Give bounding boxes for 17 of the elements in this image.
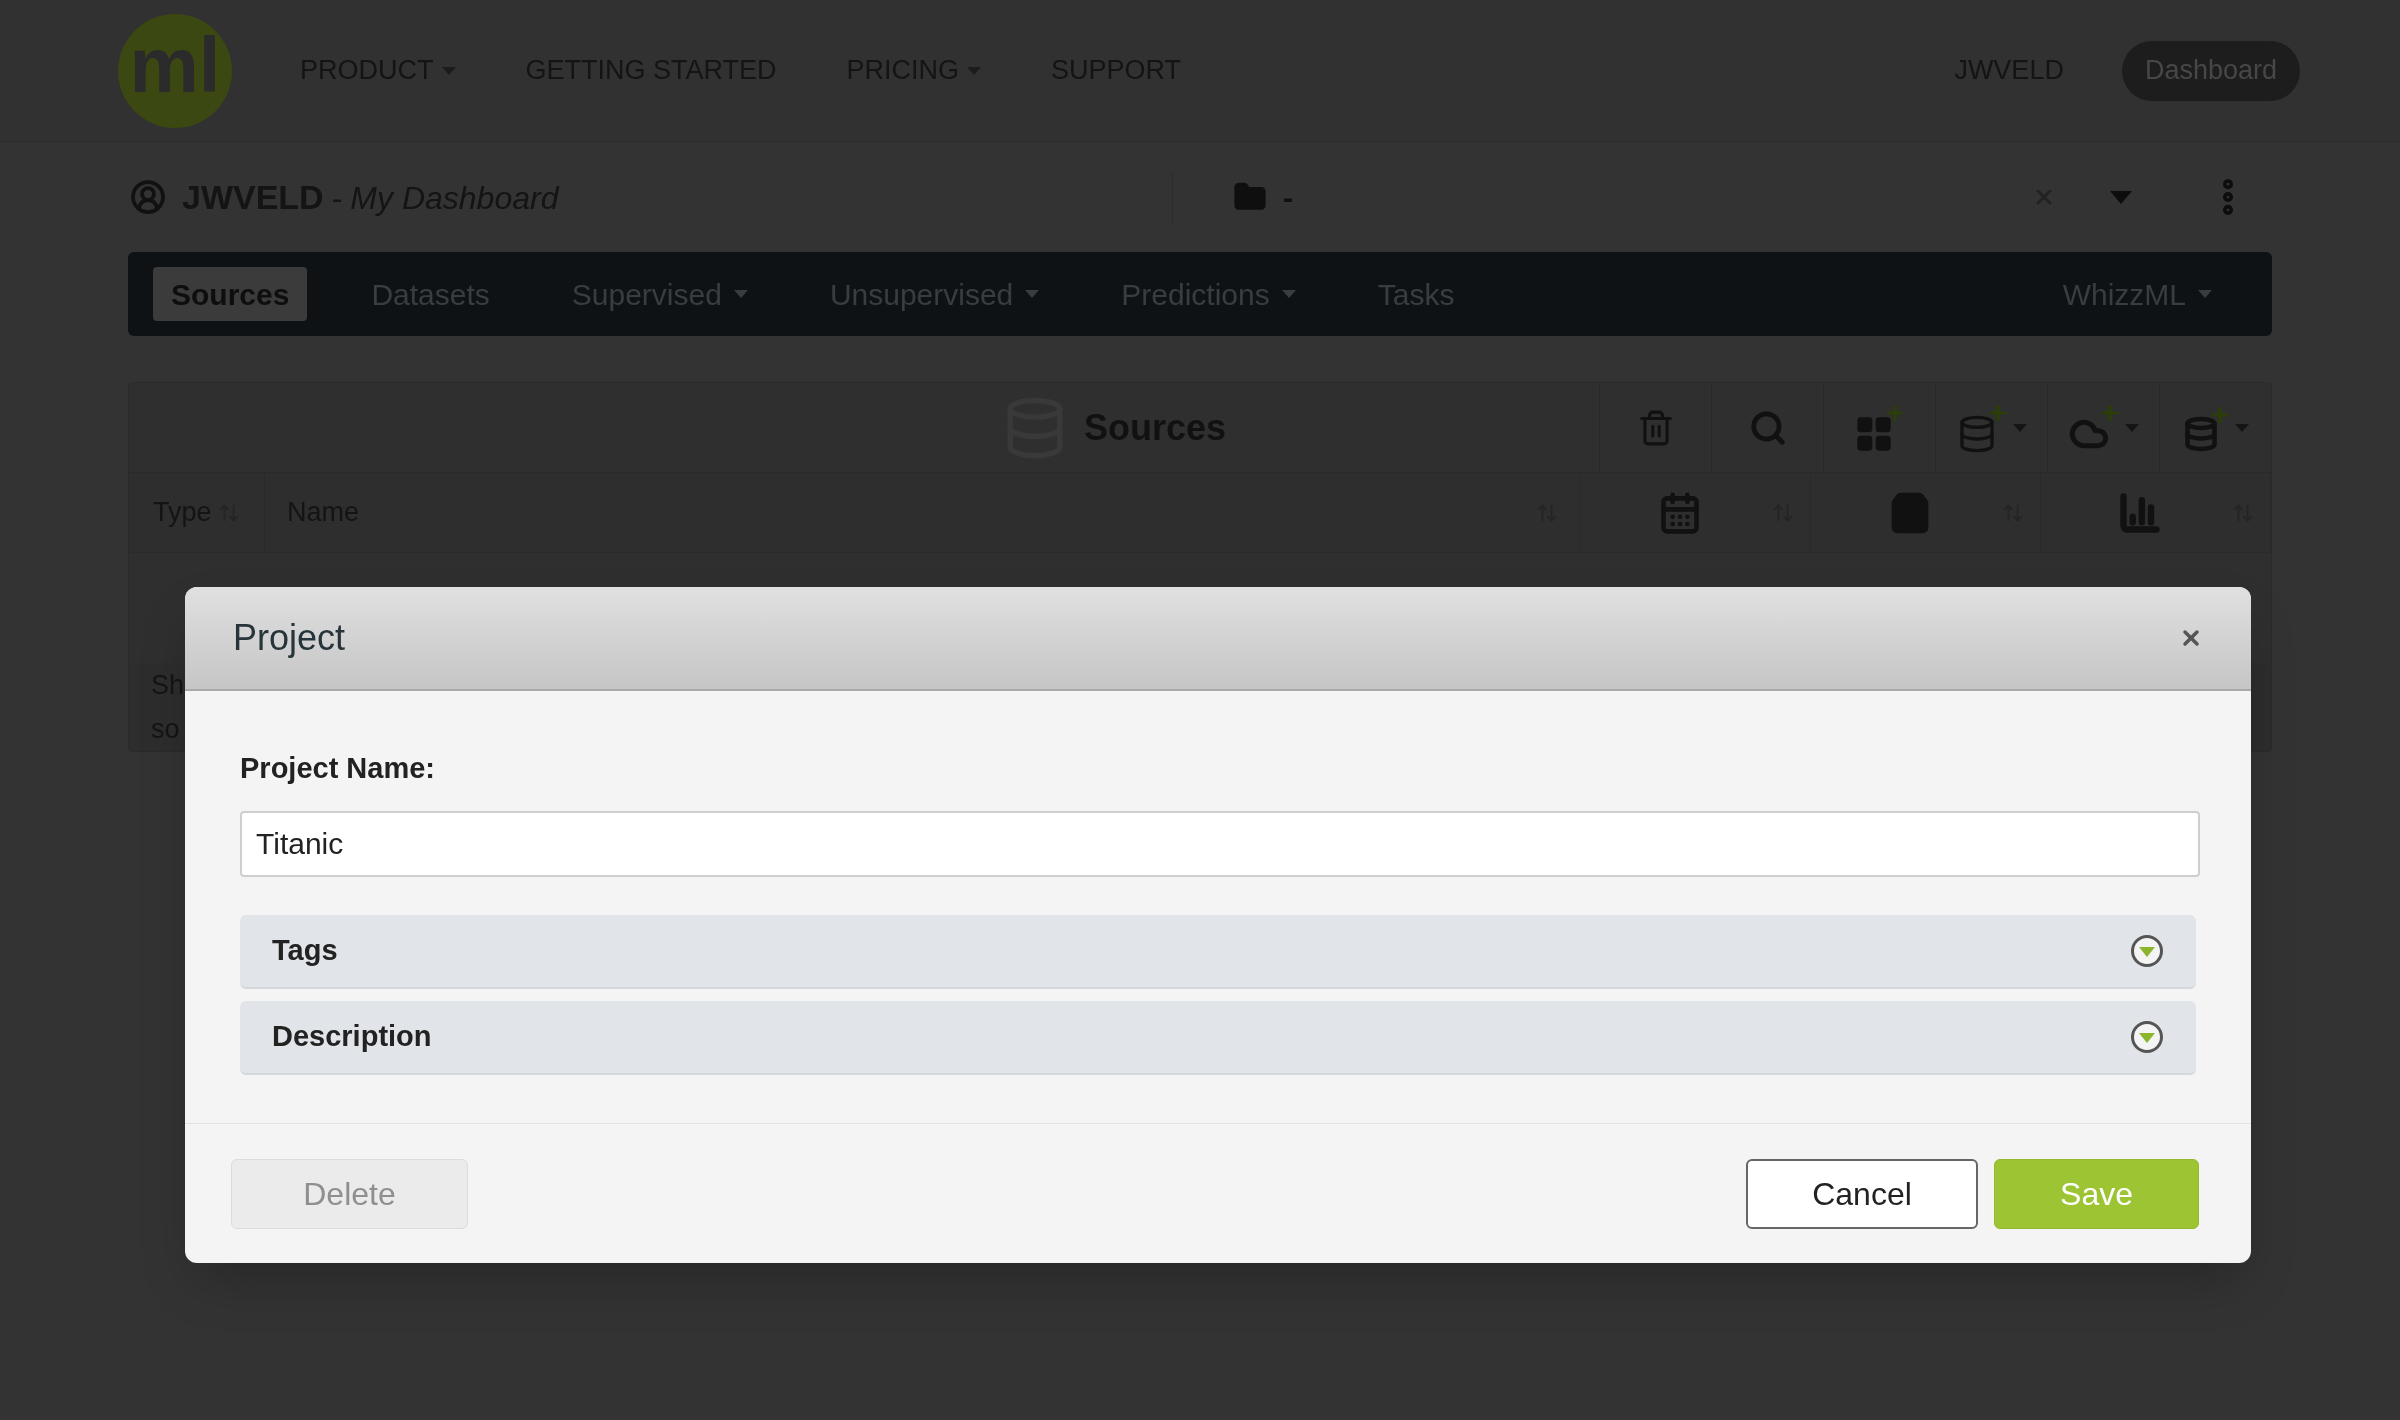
save-button[interactable]: Save — [1994, 1158, 2199, 1229]
collapsible-section[interactable]: Tags — [240, 914, 2196, 989]
bar-chart-icon — [2118, 490, 2162, 535]
user-icon — [130, 179, 166, 215]
title-separator: - — [331, 178, 343, 218]
caret-icon — [2110, 190, 2132, 204]
calendar-icon — [1658, 490, 1702, 535]
search-icon — [1748, 408, 1787, 447]
project-name-field[interactable]: Titanic — [240, 810, 2200, 877]
dialog-title: Project — [233, 616, 346, 660]
caret-icon — [2234, 423, 2249, 432]
project-selector[interactable]: - — [1283, 174, 1293, 220]
caret-icon — [2012, 423, 2027, 432]
field-label: Project Name: — [240, 751, 436, 786]
caret-icon — [2124, 423, 2139, 432]
cancel-button[interactable]: Cancel — [1746, 1158, 1978, 1229]
collapsible-section[interactable]: Description — [240, 1000, 2196, 1075]
